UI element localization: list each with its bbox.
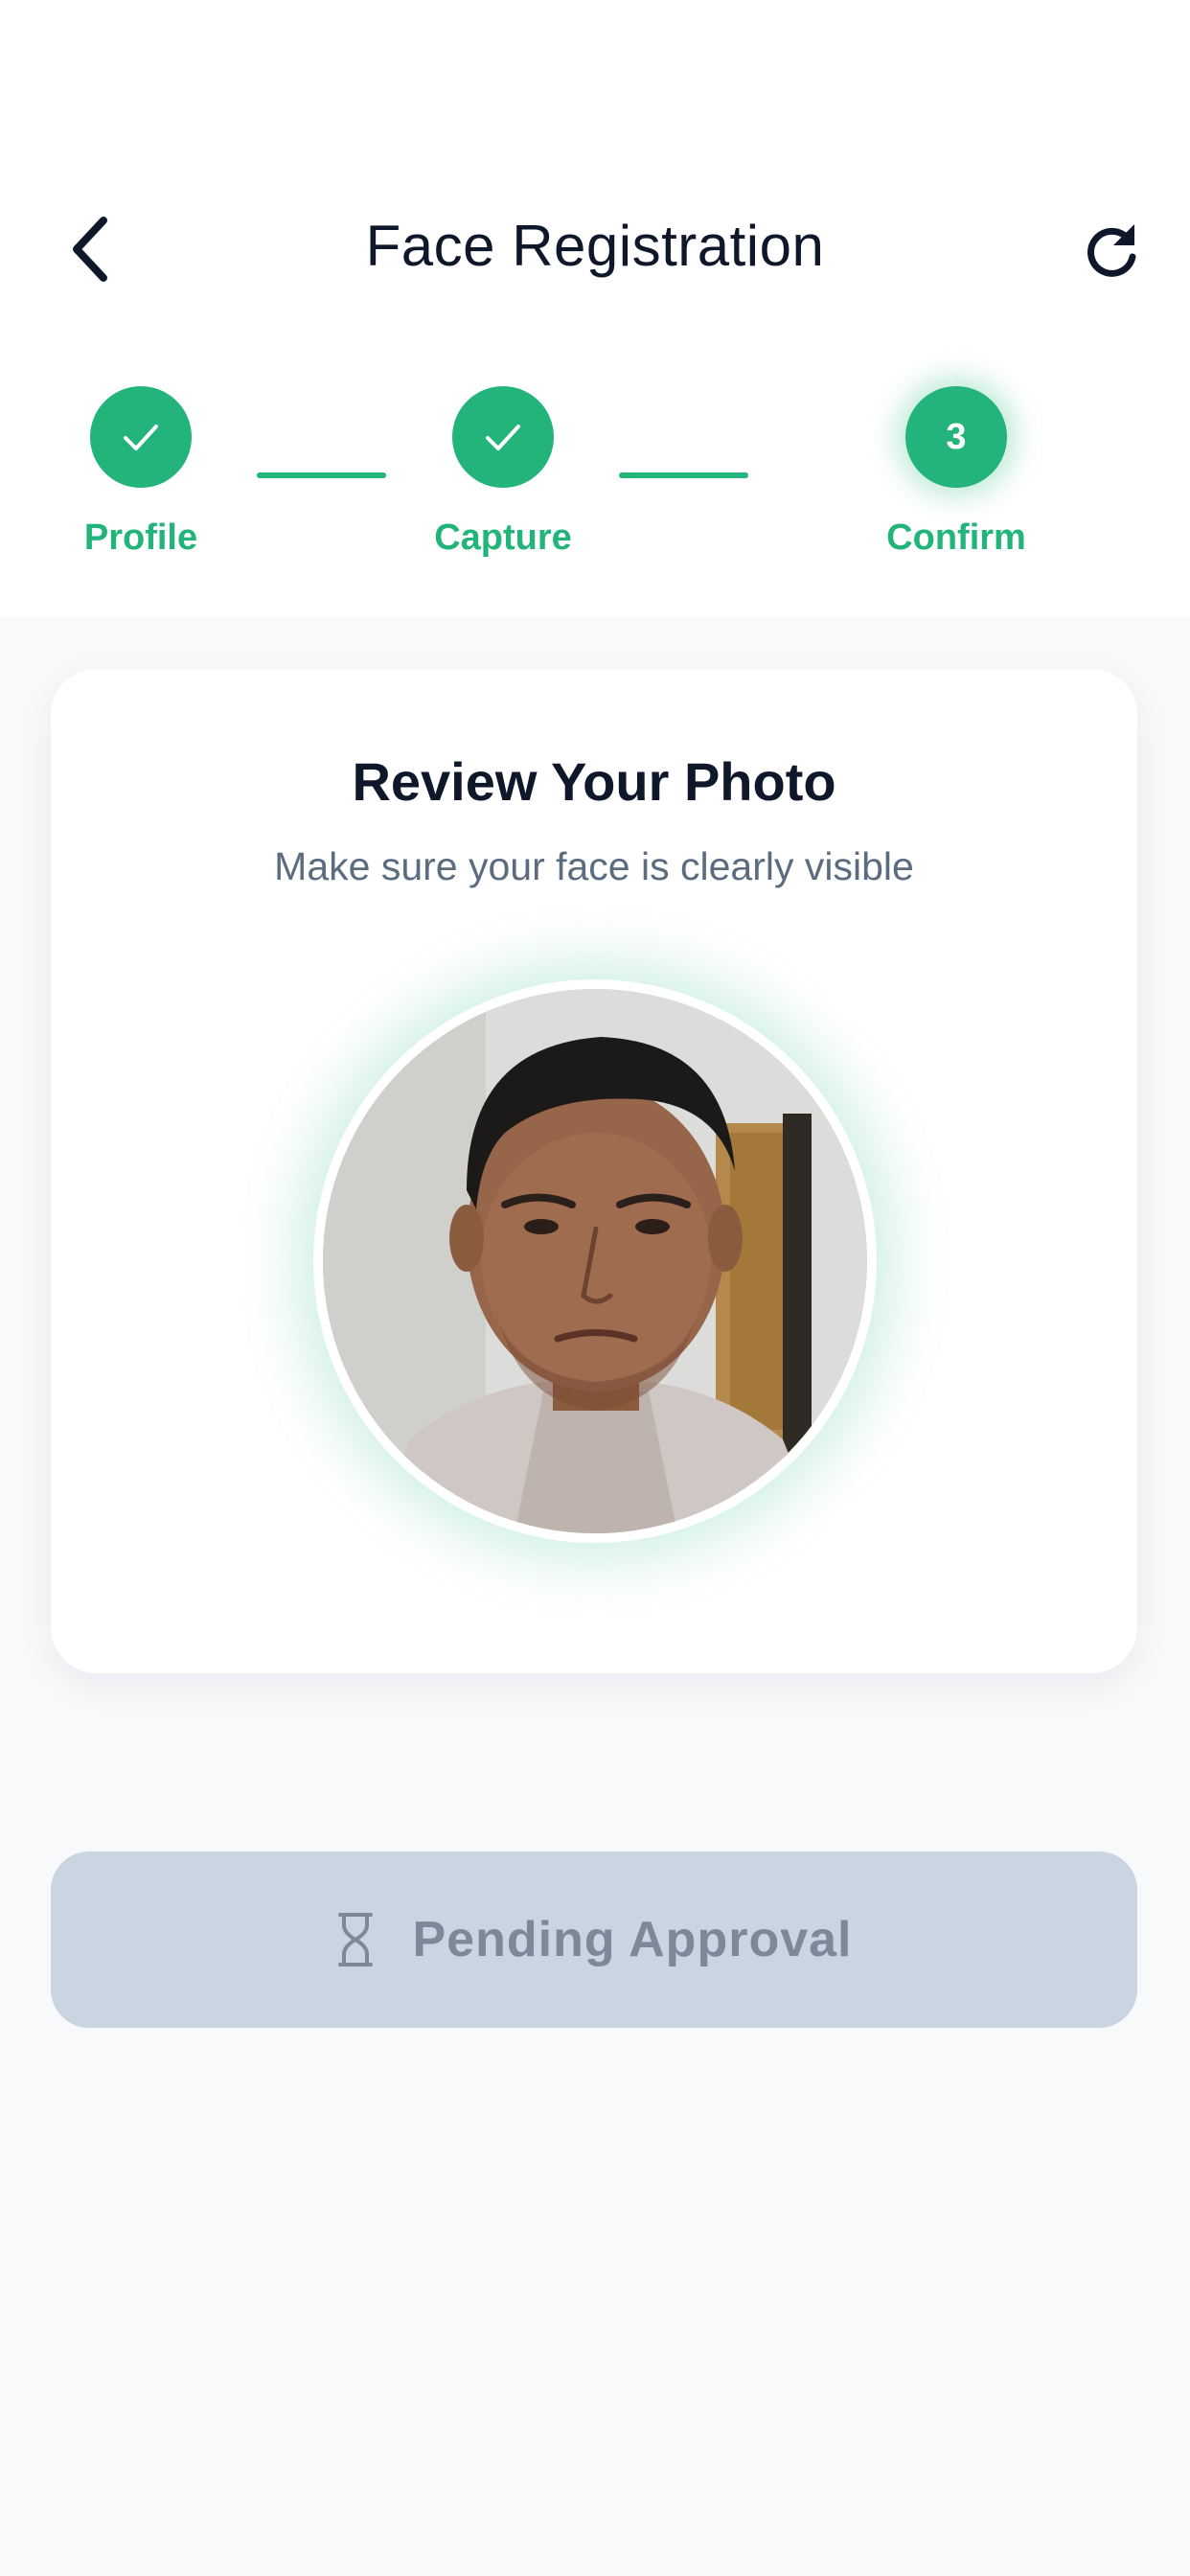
check-icon <box>124 425 158 450</box>
step-confirm-circle: 3 <box>905 386 1007 488</box>
card-title: Review Your Photo <box>352 751 836 812</box>
step-label-confirm: Confirm <box>886 518 1026 558</box>
photo-frame <box>313 979 877 1543</box>
check-icon <box>486 425 520 450</box>
step-capture-circle <box>452 386 554 488</box>
step-label-profile: Profile <box>83 518 198 558</box>
header: Face Registration 3 Profile Capture Conf… <box>0 0 1190 617</box>
hourglass-icon <box>337 1913 373 1966</box>
pending-approval-button[interactable]: Pending Approval <box>51 1852 1137 2028</box>
refresh-button[interactable] <box>1073 211 1150 288</box>
step-number: 3 <box>946 416 967 457</box>
step-label-capture: Capture <box>434 518 572 558</box>
pending-approval-label: Pending Approval <box>412 1912 853 1967</box>
step-connector-2 <box>619 472 748 478</box>
page-title: Face Registration <box>365 214 825 278</box>
review-card: Review Your Photo Make sure your face is… <box>51 669 1137 1673</box>
card-subtitle: Make sure your face is clearly visible <box>274 844 914 888</box>
step-profile-circle <box>90 386 192 488</box>
captured-face-photo <box>323 989 867 1533</box>
refresh-icon <box>1087 224 1136 277</box>
step-connector-1 <box>257 472 386 478</box>
